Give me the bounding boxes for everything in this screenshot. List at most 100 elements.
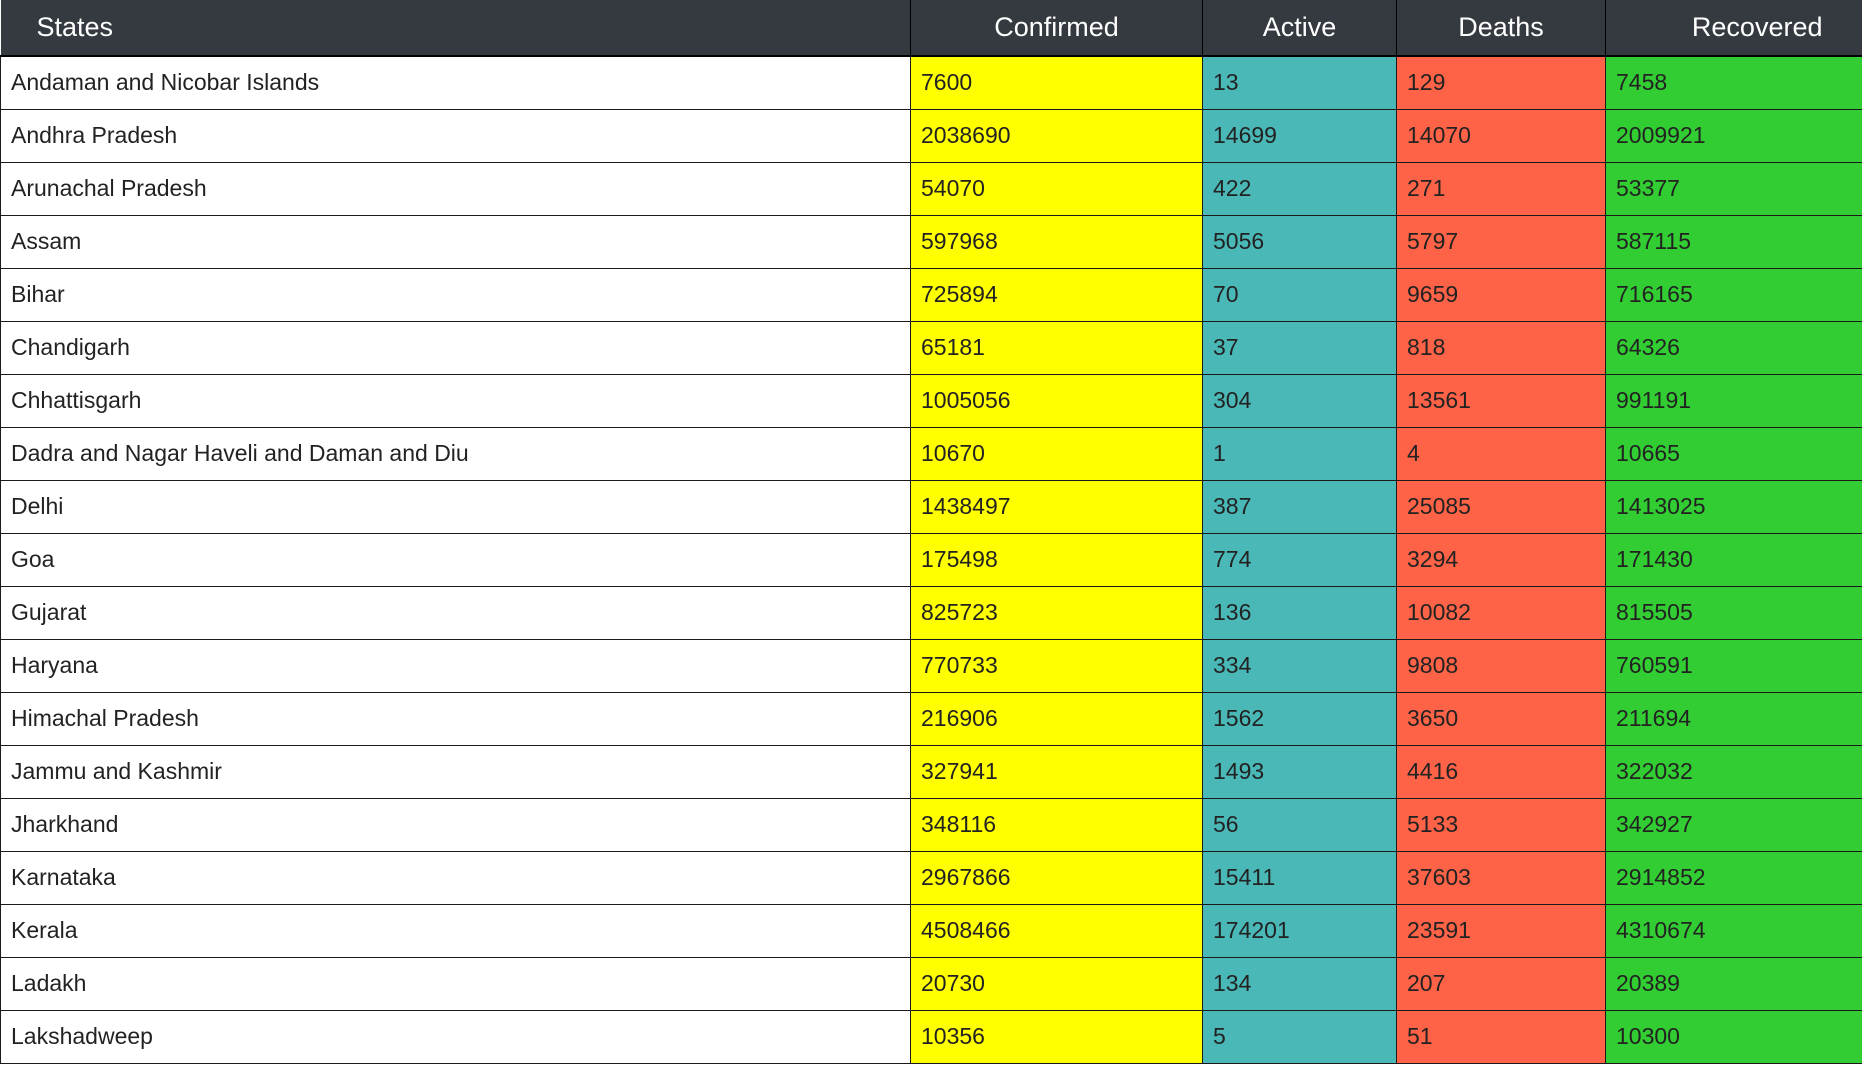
deaths-cell: 23591 [1396,904,1606,958]
active-cell: 134 [1202,957,1397,1011]
deaths-cell: 9659 [1396,268,1606,322]
state-cell: Lakshadweep [0,1010,911,1064]
state-cell: Kerala [0,904,911,958]
state-cell: Himachal Pradesh [0,692,911,746]
active-cell: 136 [1202,586,1397,640]
confirmed-cell: 20730 [910,957,1203,1011]
table-header: States Confirmed Active Deaths Recovered [0,0,1862,57]
deaths-cell: 271 [1396,162,1606,216]
table-row: Gujarat 825723 136 10082 815505 [0,586,1862,640]
confirmed-cell: 54070 [910,162,1203,216]
recovered-cell: 10300 [1605,1010,1862,1064]
state-cell: Andhra Pradesh [0,109,911,163]
active-cell: 334 [1202,639,1397,693]
confirmed-cell: 1005056 [910,374,1203,428]
confirmed-cell: 725894 [910,268,1203,322]
table-row: Andhra Pradesh 2038690 14699 14070 2009921 [0,109,1862,163]
header-deaths[interactable]: Deaths [1396,0,1606,57]
active-cell: 774 [1202,533,1397,587]
table-body: Andaman and Nicobar Islands 7600 13 129 7458… [0,56,1862,1064]
recovered-cell: 4310674 [1605,904,1862,958]
recovered-cell: 587115 [1605,215,1862,269]
table-row: Kerala 4508466 174201 23591 4310674 [0,904,1862,958]
confirmed-cell: 348116 [910,798,1203,852]
state-cell: Gujarat [0,586,911,640]
confirmed-cell: 4508466 [910,904,1203,958]
recovered-cell: 322032 [1605,745,1862,799]
confirmed-cell: 597968 [910,215,1203,269]
table-row: Haryana 770733 334 9808 760591 [0,639,1862,693]
active-cell: 56 [1202,798,1397,852]
active-cell: 304 [1202,374,1397,428]
deaths-cell: 129 [1396,56,1606,110]
confirmed-cell: 825723 [910,586,1203,640]
table-row: Andaman and Nicobar Islands 7600 13 129 7458 [0,56,1862,110]
confirmed-cell: 2038690 [910,109,1203,163]
recovered-cell: 7458 [1605,56,1862,110]
header-confirmed[interactable]: Confirmed [910,0,1203,57]
recovered-cell: 20389 [1605,957,1862,1011]
table-row: Chandigarh 65181 37 818 64326 [0,321,1862,375]
confirmed-cell: 2967866 [910,851,1203,905]
active-cell: 1562 [1202,692,1397,746]
recovered-cell: 342927 [1605,798,1862,852]
header-active[interactable]: Active [1202,0,1397,57]
recovered-cell: 815505 [1605,586,1862,640]
active-cell: 5 [1202,1010,1397,1064]
table-row: Delhi 1438497 387 25085 1413025 [0,480,1862,534]
deaths-cell: 5133 [1396,798,1606,852]
table-row: Chhattisgarh 1005056 304 13561 991191 [0,374,1862,428]
recovered-cell: 2914852 [1605,851,1862,905]
deaths-cell: 4 [1396,427,1606,481]
state-cell: Karnataka [0,851,911,905]
recovered-cell: 10665 [1605,427,1862,481]
deaths-cell: 4416 [1396,745,1606,799]
active-cell: 70 [1202,268,1397,322]
state-cell: Bihar [0,268,911,322]
state-cell: Andaman and Nicobar Islands [0,56,911,110]
active-cell: 1 [1202,427,1397,481]
recovered-cell: 2009921 [1605,109,1862,163]
deaths-cell: 5797 [1396,215,1606,269]
deaths-cell: 9808 [1396,639,1606,693]
table-row: Goa 175498 774 3294 171430 [0,533,1862,587]
confirmed-cell: 7600 [910,56,1203,110]
header-states[interactable]: States [0,0,911,57]
recovered-cell: 64326 [1605,321,1862,375]
recovered-cell: 211694 [1605,692,1862,746]
table-row: Assam 597968 5056 5797 587115 [0,215,1862,269]
state-cell: Dadra and Nagar Haveli and Daman and Diu [0,427,911,481]
table-row: Ladakh 20730 134 207 20389 [0,957,1862,1011]
state-cell: Assam [0,215,911,269]
deaths-cell: 37603 [1396,851,1606,905]
table-row: Jharkhand 348116 56 5133 342927 [0,798,1862,852]
active-cell: 1493 [1202,745,1397,799]
confirmed-cell: 10356 [910,1010,1203,1064]
deaths-cell: 3650 [1396,692,1606,746]
deaths-cell: 818 [1396,321,1606,375]
deaths-cell: 51 [1396,1010,1606,1064]
active-cell: 422 [1202,162,1397,216]
state-cell: Haryana [0,639,911,693]
recovered-cell: 53377 [1605,162,1862,216]
header-recovered[interactable]: Recovered [1605,0,1862,57]
state-cell: Jammu and Kashmir [0,745,911,799]
state-cell: Jharkhand [0,798,911,852]
confirmed-cell: 327941 [910,745,1203,799]
state-cell: Chhattisgarh [0,374,911,428]
confirmed-cell: 65181 [910,321,1203,375]
recovered-cell: 991191 [1605,374,1862,428]
active-cell: 37 [1202,321,1397,375]
confirmed-cell: 216906 [910,692,1203,746]
table-row: Dadra and Nagar Haveli and Daman and Diu… [0,427,1862,481]
deaths-cell: 14070 [1396,109,1606,163]
covid-states-table: States Confirmed Active Deaths Recovered… [0,0,1862,1064]
deaths-cell: 13561 [1396,374,1606,428]
active-cell: 387 [1202,480,1397,534]
active-cell: 14699 [1202,109,1397,163]
confirmed-cell: 770733 [910,639,1203,693]
deaths-cell: 207 [1396,957,1606,1011]
confirmed-cell: 175498 [910,533,1203,587]
table-row: Arunachal Pradesh 54070 422 271 53377 [0,162,1862,216]
recovered-cell: 760591 [1605,639,1862,693]
